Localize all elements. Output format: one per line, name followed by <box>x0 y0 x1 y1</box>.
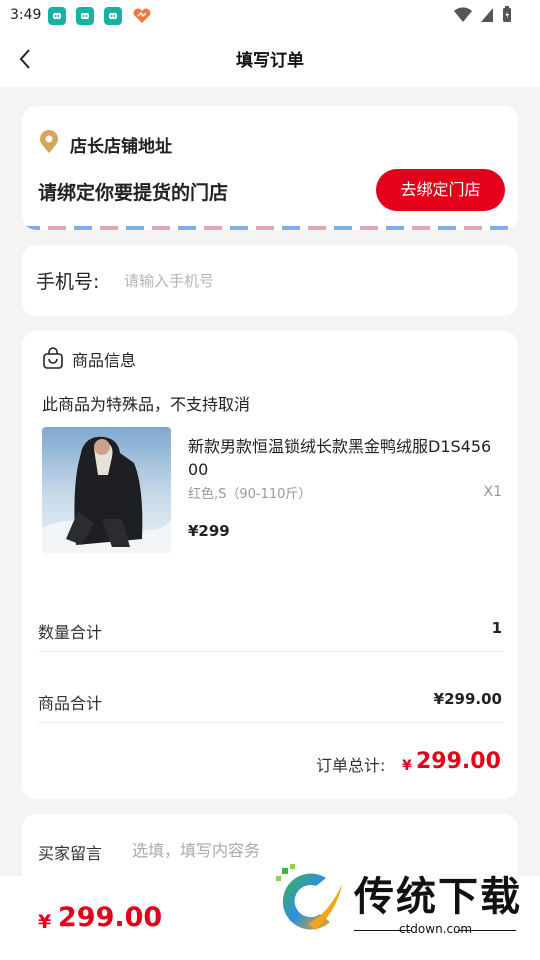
bottom-total-currency: ¥ <box>38 911 52 933</box>
store-prompt: 请绑定你要提货的门店 <box>38 182 229 204</box>
phone-card: 手机号: <box>22 245 518 316</box>
shopping-bag-icon <box>43 347 63 369</box>
app-notification-icon <box>76 7 94 25</box>
location-pin-icon <box>40 130 58 153</box>
remark-label: 买家留言 <box>38 844 103 863</box>
app-notification-icon <box>48 7 66 25</box>
store-title: 店长店铺地址 <box>70 137 172 157</box>
product-spec: 红色,S（90-110斤） <box>188 487 312 502</box>
divider <box>38 651 502 652</box>
watermark-logo-icon <box>276 864 342 930</box>
phone-label: 手机号: <box>36 271 100 293</box>
watermark-text: 传统下载 <box>354 873 522 920</box>
qty-total-label: 数量合计 <box>38 623 103 642</box>
product-price: ¥299 <box>188 522 230 540</box>
envelope-border <box>22 226 518 230</box>
signal-icon <box>481 7 493 22</box>
subtotal-row: 商品合计 ¥299.00 <box>38 666 502 736</box>
heart-app-icon <box>133 8 151 23</box>
order-total-currency: ¥ <box>402 758 412 774</box>
status-time: 3:49 <box>10 7 42 23</box>
goods-notice: 此商品为特殊品，不支持取消 <box>42 395 251 414</box>
page-title: 填写订单 <box>236 51 304 71</box>
store-card: 店长店铺地址 请绑定你要提货的门店 去绑定门店 <box>22 106 518 230</box>
product-name[interactable]: 新款男款恒温锁绒长款黑金鸭绒服D1S45600 <box>188 435 500 481</box>
bind-store-button[interactable]: 去绑定门店 <box>376 169 505 211</box>
qty-total-row: 数量合计 1 <box>38 595 502 665</box>
nav-bar: 填写订单 <box>0 32 540 87</box>
app-notification-icon <box>104 7 122 25</box>
subtotal-value: ¥299.00 <box>433 690 502 708</box>
order-total-label: 订单总计: <box>316 756 386 775</box>
subtotal-label: 商品合计 <box>38 694 103 713</box>
qty-total-value: 1 <box>491 619 502 637</box>
bottom-total-value: 299.00 <box>58 902 163 933</box>
status-bar: 3:49 <box>0 0 540 32</box>
order-total-value: 299.00 <box>416 749 501 774</box>
phone-input[interactable] <box>124 269 494 293</box>
battery-icon <box>503 6 511 22</box>
divider <box>38 722 502 723</box>
wifi-icon <box>454 6 472 22</box>
goods-section-title: 商品信息 <box>72 351 137 370</box>
watermark-url: ctdown.com <box>399 922 473 936</box>
product-quantity: X1 <box>483 484 503 500</box>
product-image[interactable] <box>42 427 171 553</box>
remark-input[interactable] <box>132 838 492 862</box>
goods-card: 商品信息 此商品为特殊品，不支持取消 新款男款恒温锁绒长款黑金鸭绒服D1S456… <box>22 331 518 799</box>
